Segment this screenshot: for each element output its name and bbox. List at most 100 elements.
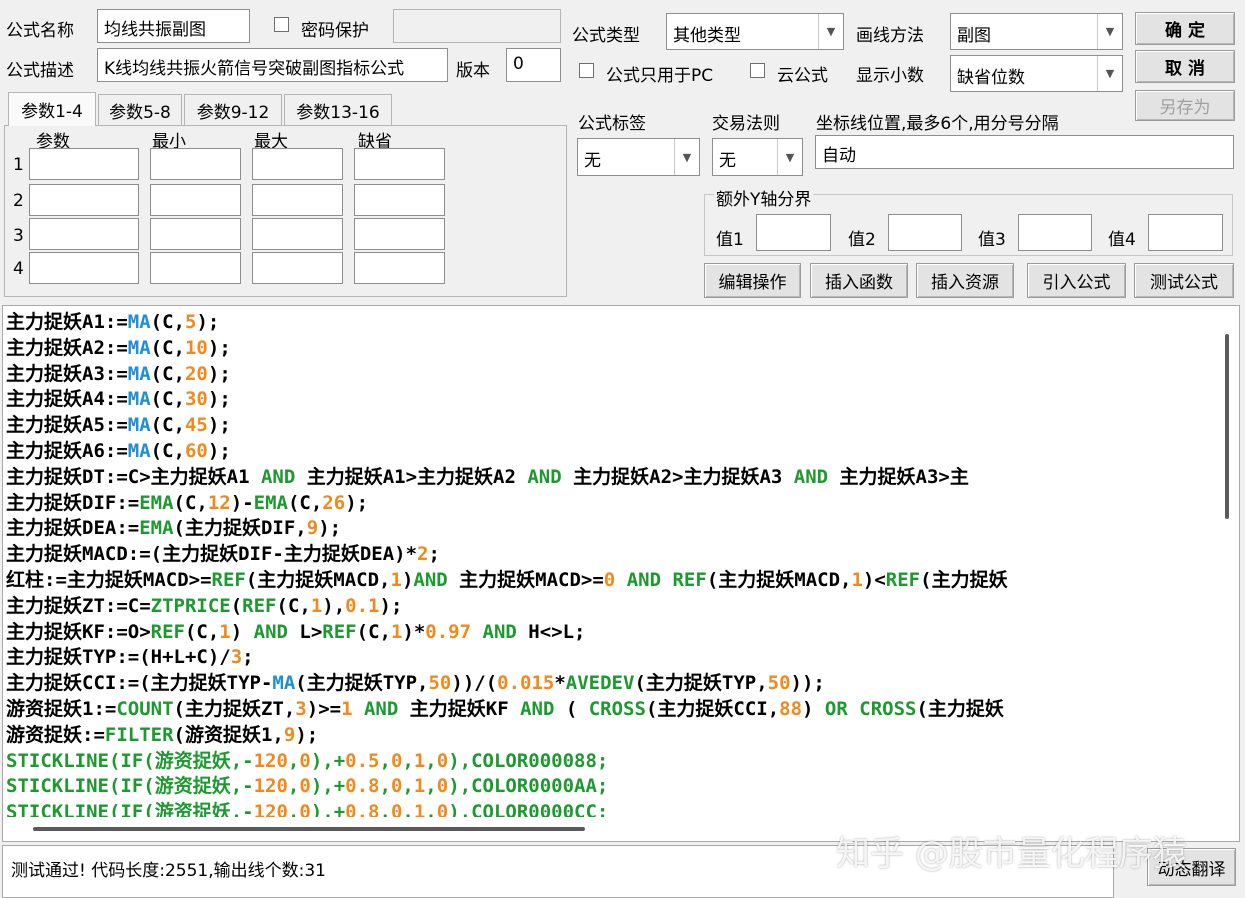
code-token: 主力捉妖DT:=C>主力捉妖A1	[6, 465, 261, 488]
code-token: MA	[127, 362, 151, 385]
code-line: 主力捉妖DEA:=EMA(主力捉妖DIF,9);	[6, 516, 341, 542]
pc-only-checkbox[interactable]	[579, 63, 594, 78]
code-token: REF	[150, 620, 185, 643]
y-value-2-label: 值2	[848, 230, 876, 250]
code-token: ;	[242, 646, 254, 669]
y-value-4-label: 值4	[1108, 230, 1136, 250]
code-token: STICKLINE(IF(游资捉妖,-	[6, 749, 254, 772]
trade-rule-select[interactable]: 无 ▼	[712, 138, 803, 176]
param-3-name-input[interactable]	[29, 218, 139, 250]
insert-function-button[interactable]: 插入函数	[810, 263, 908, 298]
y-value-2-input[interactable]	[888, 214, 962, 251]
code-token: (C,	[150, 440, 185, 462]
edit-operation-button[interactable]: 编辑操作	[704, 263, 801, 298]
param-1-min-input[interactable]	[150, 148, 241, 180]
code-token: 主力捉妖A5:=	[6, 414, 128, 437]
param-2-max-input[interactable]	[252, 184, 343, 216]
chevron-down-icon: ▼	[674, 139, 699, 175]
formula-desc-label: 公式描述	[6, 61, 74, 81]
code-token: );	[207, 440, 231, 462]
code-token: 0	[436, 775, 449, 798]
code-editor[interactable]: 主力捉妖A1:=MA(C,5); 主力捉妖A2:=MA(C,10); 主力捉妖A3:…	[2, 305, 1240, 842]
code-token: MA	[127, 440, 151, 462]
cancel-button[interactable]: 取 消	[1135, 50, 1235, 83]
chevron-down-icon: ▼	[1097, 14, 1122, 49]
decimal-select[interactable]: 缺省位数 ▼	[950, 55, 1123, 92]
formula-tag-value: 无	[584, 151, 601, 171]
code-token: CROSS	[588, 698, 646, 720]
cloud-formula-checkbox[interactable]	[750, 63, 765, 78]
password-protect-checkbox[interactable]	[274, 17, 289, 32]
code-token: 主力捉妖DIF:=	[6, 491, 140, 514]
horizontal-scroll-thumb[interactable]	[33, 827, 585, 831]
code-token: REF	[885, 569, 921, 591]
formula-type-value: 其他类型	[673, 26, 741, 46]
version-input[interactable]: 0	[506, 48, 561, 82]
code-line: 主力捉妖KF:=O>REF(C,1) AND L>REF(C,1)*0.97 A…	[6, 620, 585, 646]
formula-type-select[interactable]: 其他类型 ▼	[666, 13, 844, 50]
code-token: REF	[211, 569, 246, 591]
param-1-max-input[interactable]	[252, 148, 343, 180]
param-3-min-input[interactable]	[150, 218, 241, 250]
decimal-label: 显示小数	[856, 66, 924, 86]
formula-name-input[interactable]: 均线共振副图	[97, 9, 250, 43]
y-value-1-input[interactable]	[756, 214, 831, 251]
param-1-name-input[interactable]	[29, 148, 139, 180]
ok-button[interactable]: 确 定	[1135, 12, 1235, 45]
code-token: 120	[253, 775, 288, 798]
tab-params-13-16[interactable]: 参数13-16	[284, 94, 392, 126]
pc-only-label: 公式只用于PC	[606, 66, 714, 86]
param-row-number: 4	[13, 259, 24, 279]
y-value-3-input[interactable]	[1018, 214, 1092, 251]
code-token: AND	[363, 698, 399, 720]
tab-params-1-4[interactable]: 参数1-4	[8, 92, 96, 126]
param-4-default-input[interactable]	[354, 252, 445, 284]
code-line: 主力捉妖TYP:=(H+L+C)/3;	[6, 645, 254, 671]
code-token: REF	[242, 594, 277, 617]
save-as-button[interactable]: 另存为	[1135, 90, 1235, 121]
code-token: 0.5	[345, 749, 380, 772]
extra-y-axis-label: 额外Y轴分界	[714, 185, 814, 210]
chevron-down-icon: ▼	[777, 139, 802, 175]
tab-params-9-12[interactable]: 参数9-12	[184, 94, 282, 126]
draw-method-select[interactable]: 副图 ▼	[950, 13, 1123, 50]
param-2-default-input[interactable]	[354, 184, 445, 216]
code-line: 主力捉妖CCI:=(主力捉妖TYP-MA(主力捉妖TYP,50))/(0.015…	[6, 671, 825, 697]
param-2-name-input[interactable]	[29, 184, 139, 216]
param-4-name-input[interactable]	[29, 252, 139, 284]
tab-params-5-8[interactable]: 参数5-8	[98, 94, 182, 126]
code-line: 主力捉妖A2:=MA(C,10);	[6, 336, 231, 362]
param-row-number: 3	[13, 226, 24, 246]
param-2-min-input[interactable]	[150, 184, 241, 216]
code-token: COUNT	[116, 698, 174, 720]
param-4-max-input[interactable]	[252, 252, 343, 284]
param-3-max-input[interactable]	[252, 218, 343, 250]
formula-tag-select[interactable]: 无 ▼	[577, 138, 700, 176]
code-token: MA	[127, 414, 151, 437]
formula-desc-input[interactable]: K线均线共振火箭信号突破副图指标公式	[97, 48, 448, 82]
code-token: (C,	[150, 336, 185, 359]
code-token: 0	[390, 749, 403, 772]
code-token: )	[802, 698, 825, 720]
import-formula-button[interactable]: 引入公式	[1027, 263, 1126, 298]
code-token: (C,	[287, 491, 323, 514]
code-token: MA	[272, 672, 296, 695]
param-3-default-input[interactable]	[354, 218, 445, 250]
code-token: (主力捉妖MACD,	[706, 569, 852, 591]
code-token: ))/(	[451, 672, 498, 695]
y-value-4-input[interactable]	[1148, 214, 1223, 251]
param-4-min-input[interactable]	[150, 252, 241, 284]
password-input[interactable]	[393, 9, 561, 43]
param-1-default-input[interactable]	[354, 148, 445, 180]
code-token: 120	[253, 749, 288, 772]
code-line: STICKLINE(IF(游资捉妖,-120,0),+0.8,0,1,0),CO…	[6, 774, 608, 800]
coord-line-input[interactable]: 自动	[815, 135, 1234, 169]
insert-resource-button[interactable]: 插入资源	[916, 263, 1014, 298]
vertical-scroll-thumb[interactable]	[1225, 334, 1229, 519]
code-token: MA	[127, 336, 151, 359]
code-token: H<>L;	[516, 620, 586, 643]
test-formula-button[interactable]: 测试公式	[1134, 263, 1234, 298]
code-token: MA	[127, 311, 151, 333]
vertical-scrollbar[interactable]	[1215, 306, 1239, 816]
code-token: )<	[862, 569, 886, 591]
